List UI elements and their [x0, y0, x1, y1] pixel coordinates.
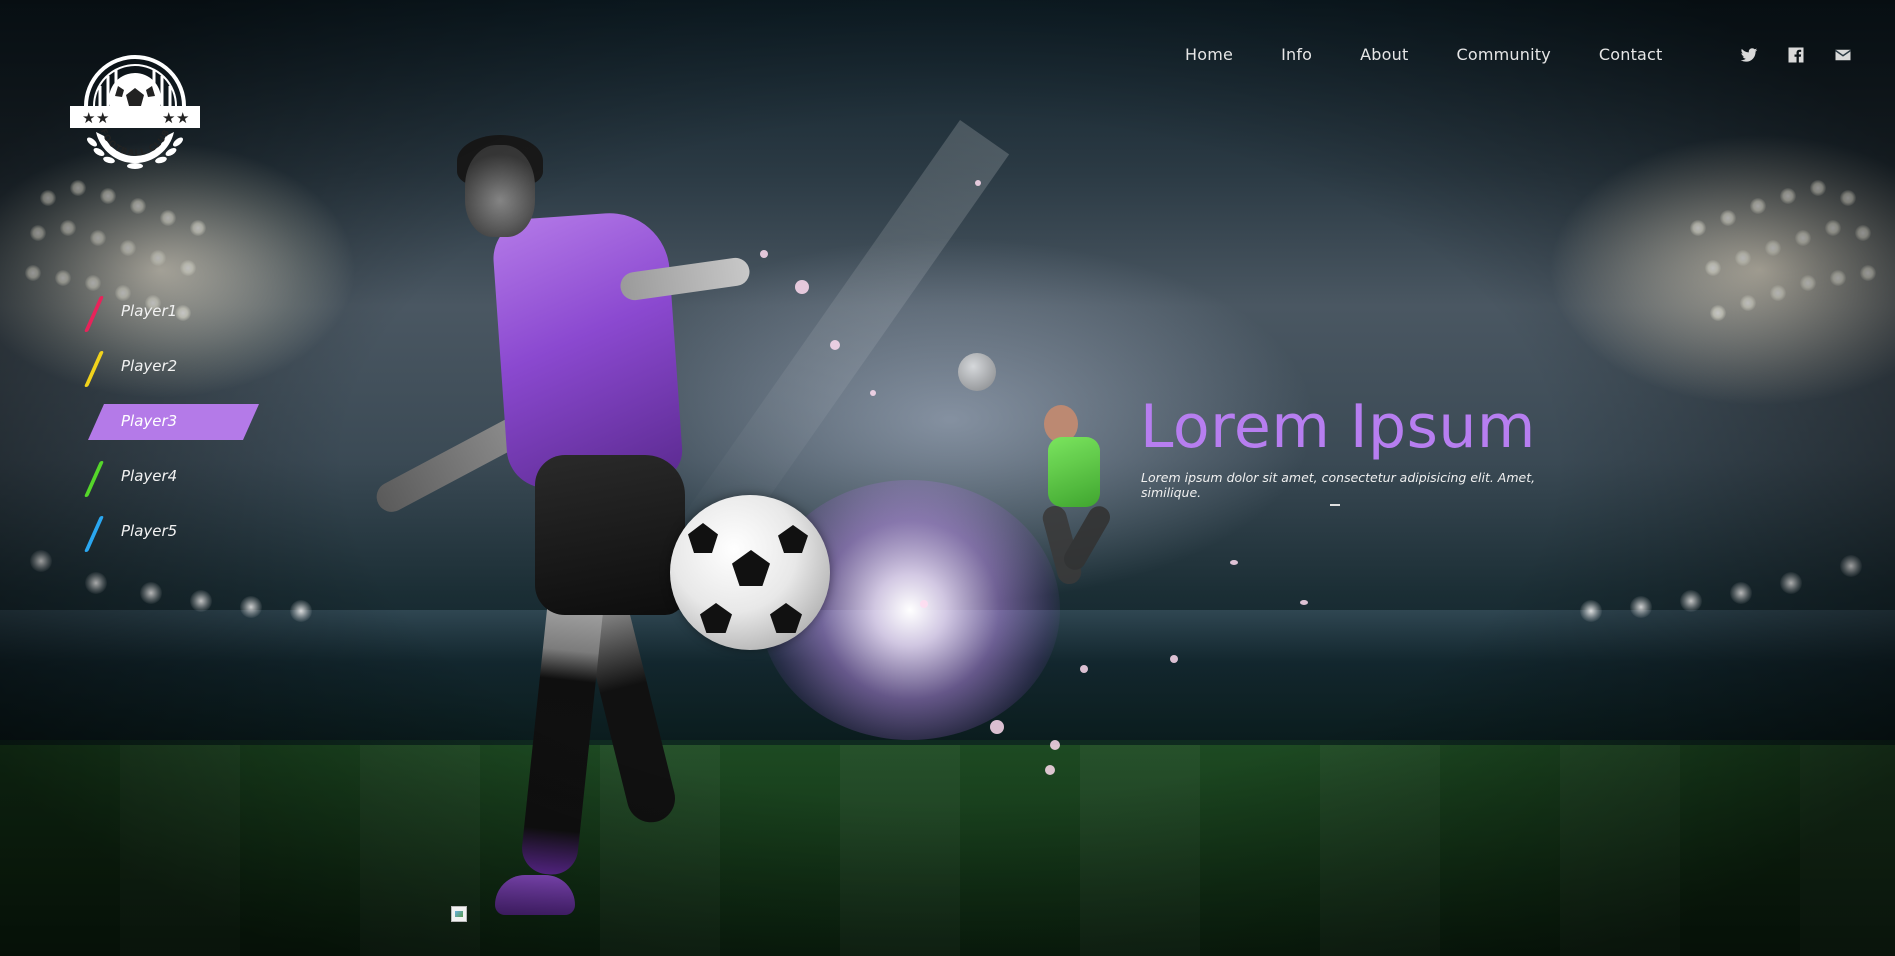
twitter-icon[interactable] — [1740, 46, 1758, 64]
club-logo[interactable]: ★ ★ ★ ★ FOOTBALL CLUB — [66, 44, 204, 174]
nav-community[interactable]: Community — [1456, 45, 1550, 64]
player-list: Player1 Player2 Player3 Player4 Player5 — [83, 294, 263, 569]
broken-image-icon — [451, 906, 467, 922]
player-label: Player1 — [121, 302, 178, 320]
player-label: Player3 — [121, 412, 178, 430]
soccer-ball-crest-icon: ★ ★ ★ ★ FOOTBALL CLUB — [70, 55, 200, 169]
vignette-overlay — [0, 0, 1895, 956]
hero-divider — [1330, 504, 1340, 506]
player-label: Player2 — [121, 357, 178, 375]
nav-contact[interactable]: Contact — [1599, 45, 1663, 64]
social-links — [1740, 46, 1852, 64]
main-nav: Home Info About Community Contact — [1185, 45, 1663, 64]
player-label: Player4 — [121, 467, 178, 485]
player-item-5[interactable]: Player5 — [83, 514, 263, 552]
nav-about[interactable]: About — [1360, 45, 1408, 64]
logo-text: FOOTBALL CLUB — [98, 128, 172, 159]
mail-icon[interactable] — [1834, 46, 1852, 64]
svg-text:★: ★ — [96, 109, 109, 127]
player-item-1[interactable]: Player1 — [83, 294, 263, 332]
svg-text:★: ★ — [176, 109, 189, 127]
player-item-4[interactable]: Player4 — [83, 459, 263, 497]
nav-home[interactable]: Home — [1185, 45, 1233, 64]
player-item-2[interactable]: Player2 — [83, 349, 263, 387]
svg-text:★: ★ — [162, 109, 175, 127]
player-item-3[interactable]: Player3 — [87, 404, 263, 440]
svg-text:FOOTBALL CLUB: FOOTBALL CLUB — [98, 128, 173, 159]
facebook-icon[interactable] — [1787, 46, 1805, 64]
hero-subtitle: Lorem ipsum dolor sit amet, consectetur … — [1141, 470, 1536, 500]
hero-title: Lorem Ipsum — [1140, 392, 1536, 462]
player-label: Player5 — [121, 522, 178, 540]
nav-info[interactable]: Info — [1281, 45, 1312, 64]
svg-text:★: ★ — [82, 109, 95, 127]
